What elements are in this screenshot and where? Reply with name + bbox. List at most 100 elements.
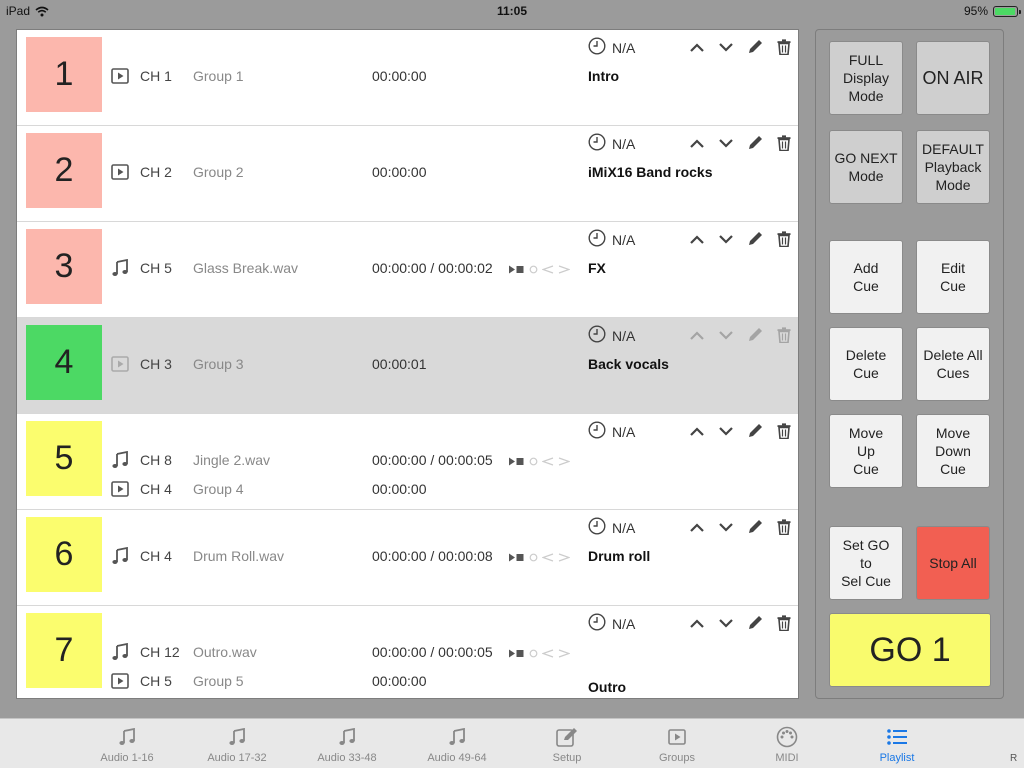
cue-row[interactable]: 4 CH 3 Group 3 00:00:01 N/A Back vocals (17, 318, 798, 414)
play-stop-icon[interactable] (509, 549, 525, 565)
track-channel: CH 1 (140, 68, 172, 84)
fade-in-icon[interactable] (541, 261, 554, 277)
trash-icon[interactable] (769, 516, 798, 538)
cue-row[interactable]: 1 CH 1 Group 1 00:00:00 N/A Intro (17, 30, 798, 126)
stop-all-button[interactable]: Stop All (916, 526, 990, 600)
track-time: 00:00:00 / 00:00:05 (372, 644, 493, 660)
trash-icon[interactable] (769, 420, 798, 442)
delete-all-cues-button[interactable]: Delete All Cues (916, 327, 990, 401)
loop-icon[interactable] (529, 645, 538, 661)
move-up-icon[interactable] (682, 36, 711, 58)
go-next-mode-button[interactable]: GO NEXT Mode (829, 130, 903, 204)
trash-icon[interactable] (769, 36, 798, 58)
fade-out-icon[interactable] (558, 261, 571, 277)
move-up-icon[interactable] (682, 612, 711, 634)
edit-cue-button[interactable]: Edit Cue (916, 240, 990, 314)
cue-row[interactable]: 3 CH 5 Glass Break.wav 00:00:00 / 00:00:02 N… (17, 222, 798, 318)
move-down-icon[interactable] (711, 420, 740, 442)
move-down-cue-button[interactable]: Move Down Cue (916, 414, 990, 488)
fade-out-icon[interactable] (558, 645, 571, 661)
default-playback-mode-button[interactable]: DEFAULT Playback Mode (916, 130, 990, 204)
edit-pencil-icon[interactable] (740, 228, 769, 250)
cue-number-tile[interactable]: 3 (26, 229, 102, 304)
tab-playlist[interactable]: Playlist (842, 719, 952, 768)
tab-setup[interactable]: Setup (512, 719, 622, 768)
move-down-icon[interactable] (711, 228, 740, 250)
loop-icon[interactable] (529, 261, 538, 277)
fade-in-icon[interactable] (541, 645, 554, 661)
track-playback-controls (509, 645, 571, 661)
cue-row[interactable]: 2 CH 2 Group 2 00:00:00 N/A iMiX16 Band rocks (17, 126, 798, 222)
move-up-icon[interactable] (682, 132, 711, 154)
go-button[interactable]: GO 1 (829, 613, 991, 687)
track-name: Drum Roll.wav (193, 548, 285, 564)
cue-clock-value: N/A (612, 615, 636, 632)
play-square-icon (111, 480, 129, 498)
edit-pencil-icon[interactable] (740, 612, 769, 634)
edit-pencil-icon[interactable] (740, 324, 769, 346)
cue-clock-value: N/A (612, 423, 636, 440)
move-up-icon[interactable] (682, 420, 711, 442)
edit-pencil-icon[interactable] (740, 420, 769, 442)
cue-row[interactable]: 7 CH 12 Outro.wav 00:00:00 / 00:00:05 CH 5 Gr… (17, 606, 798, 698)
play-stop-icon[interactable] (509, 453, 525, 469)
set-go-to-selected-cue-button[interactable]: Set GO to Sel Cue (829, 526, 903, 600)
tab-audio-49-64[interactable]: Audio 49-64 (402, 719, 512, 768)
music-note-icon (111, 451, 129, 469)
track-channel: CH 3 (140, 356, 172, 372)
move-up-cue-button[interactable]: Move Up Cue (829, 414, 903, 488)
move-down-icon[interactable] (711, 612, 740, 634)
move-up-icon[interactable] (682, 324, 711, 346)
move-down-icon[interactable] (711, 132, 740, 154)
loop-icon[interactable] (529, 549, 538, 565)
fade-out-icon[interactable] (558, 549, 571, 565)
edit-pencil-icon[interactable] (740, 36, 769, 58)
cue-number-tile[interactable]: 7 (26, 613, 102, 688)
play-square-icon (111, 672, 129, 690)
tab-groups[interactable]: Groups (622, 719, 732, 768)
cue-clock-value: N/A (612, 327, 636, 344)
track-time: 00:00:00 (372, 481, 427, 497)
move-up-icon[interactable] (682, 516, 711, 538)
add-cue-button[interactable]: Add Cue (829, 240, 903, 314)
tab-audio-33-48[interactable]: Audio 33-48 (292, 719, 402, 768)
fade-out-icon[interactable] (558, 453, 571, 469)
trash-icon[interactable] (769, 228, 798, 250)
cue-number-tile[interactable]: 1 (26, 37, 102, 112)
track-channel: CH 2 (140, 164, 172, 180)
cue-track: CH 5 Glass Break.wav 00:00:00 / 00:00:02 (111, 258, 571, 278)
on-air-button[interactable]: ON AIR (916, 41, 990, 115)
tab-audio-1-16[interactable]: Audio 1-16 (72, 719, 182, 768)
cue-number-tile[interactable]: 6 (26, 517, 102, 592)
full-display-mode-button[interactable]: FULL Display Mode (829, 41, 903, 115)
fade-in-icon[interactable] (541, 453, 554, 469)
cue-row[interactable]: 6 CH 4 Drum Roll.wav 00:00:00 / 00:00:08 N/A… (17, 510, 798, 606)
track-time: 00:00:00 / 00:00:05 (372, 452, 493, 468)
cue-row[interactable]: 5 CH 8 Jingle 2.wav 00:00:00 / 00:00:05 CH 4… (17, 414, 798, 510)
trash-icon[interactable] (769, 324, 798, 346)
cue-number-tile[interactable]: 5 (26, 421, 102, 496)
delete-cue-button[interactable]: Delete Cue (829, 327, 903, 401)
tab-bar-corner-label: R (1010, 753, 1018, 764)
edit-pencil-icon[interactable] (740, 516, 769, 538)
move-down-icon[interactable] (711, 36, 740, 58)
edit-pencil-icon[interactable] (740, 132, 769, 154)
tab-label: Audio 49-64 (427, 752, 487, 764)
track-time: 00:00:00 (372, 164, 427, 180)
move-down-icon[interactable] (711, 516, 740, 538)
list-icon (842, 726, 952, 748)
move-down-icon[interactable] (711, 324, 740, 346)
loop-icon[interactable] (529, 453, 538, 469)
move-up-icon[interactable] (682, 228, 711, 250)
trash-icon[interactable] (769, 612, 798, 634)
tab-audio-17-32[interactable]: Audio 17-32 (182, 719, 292, 768)
cue-number-tile[interactable]: 4 (26, 325, 102, 400)
fade-in-icon[interactable] (541, 549, 554, 565)
trash-icon[interactable] (769, 132, 798, 154)
play-stop-icon[interactable] (509, 261, 525, 277)
cue-note: Back vocals (588, 356, 669, 372)
tab-midi[interactable]: MIDI (732, 719, 842, 768)
cue-clock: N/A (588, 133, 635, 154)
play-stop-icon[interactable] (509, 645, 525, 661)
cue-number-tile[interactable]: 2 (26, 133, 102, 208)
